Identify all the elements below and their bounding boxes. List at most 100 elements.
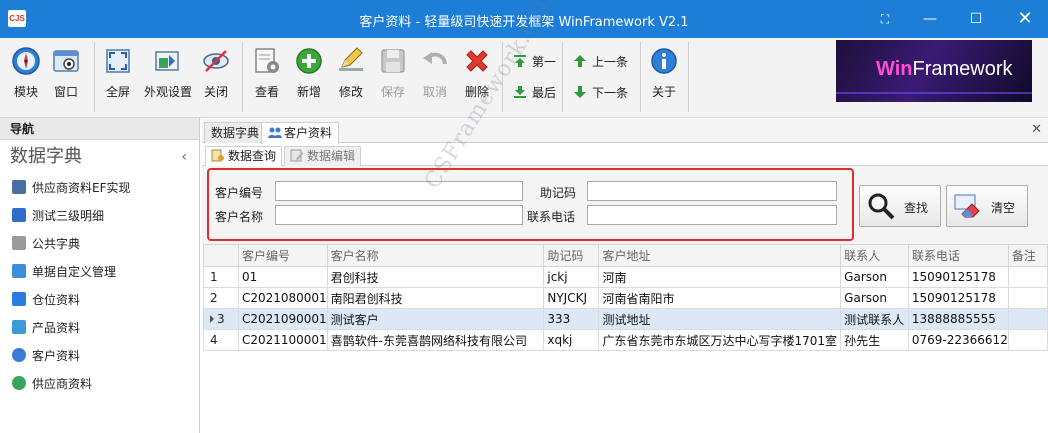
compass-icon (12, 47, 40, 75)
module-label: 模块 (13, 85, 38, 99)
nav-item-supplier-ef[interactable]: 供应商资料EF实现 (0, 174, 199, 202)
cell-name[interactable]: 南阳君创科技 (326, 287, 545, 309)
cell-phone[interactable]: 15090125178 (907, 266, 1009, 288)
fullscreen-button[interactable]: 全屏 (98, 42, 138, 112)
cell-phone[interactable]: 15090125178 (907, 287, 1009, 309)
view-button[interactable]: 查看 (247, 42, 287, 112)
mnemonic-label: 助记码 (540, 186, 577, 200)
cell-contact[interactable]: Garson (840, 287, 909, 309)
cell-mnemonic[interactable]: 333 (543, 308, 600, 330)
box-icon (12, 320, 26, 334)
search-button[interactable]: 查找 (859, 185, 941, 227)
col-header-note[interactable]: 备注 (1007, 244, 1048, 267)
phone-input[interactable] (587, 205, 837, 225)
tab-label: 客户资料 (284, 126, 333, 140)
cell-contact[interactable]: 孙先生 (840, 329, 909, 351)
cancel-button[interactable]: 取消 (415, 42, 455, 112)
table-row[interactable]: 1 01 君创科技 jckj 河南 Garson 15090125178 (203, 266, 1048, 288)
nav-item-customers[interactable]: 客户资料 (0, 342, 199, 370)
cell-address[interactable]: 测试地址 (598, 308, 842, 330)
col-header-address[interactable]: 客户地址 (598, 244, 842, 267)
cell-note[interactable] (1007, 329, 1048, 351)
module-button[interactable]: 模块 (6, 42, 46, 112)
next-record-button[interactable]: 下一条 (572, 82, 632, 104)
col-header-code[interactable]: 客户编号 (237, 244, 328, 267)
nav-item-products[interactable]: 产品资料 (0, 314, 199, 342)
cell-address[interactable]: 河南 (598, 266, 842, 288)
skin-icon (155, 51, 179, 71)
cell-code[interactable]: C2021080001 (237, 287, 328, 309)
arrow-up-icon (574, 55, 586, 67)
col-header-phone[interactable]: 联系电话 (907, 244, 1009, 267)
edit-button[interactable]: 修改 (331, 42, 371, 112)
clear-button[interactable]: 清空 (946, 185, 1028, 227)
tab-customers[interactable]: 客户资料 (261, 122, 340, 144)
clear-button-label: 清空 (990, 201, 1015, 215)
close-window-button[interactable]: ✕ (1002, 4, 1048, 34)
cell-code[interactable]: 01 (237, 266, 328, 288)
nav-item-warehouse[interactable]: 仓位资料 (0, 286, 199, 314)
nav-item-form-custom[interactable]: 单据自定义管理 (0, 258, 199, 286)
last-record-button[interactable]: 最后 (512, 82, 572, 104)
minimize-button[interactable]: — (907, 4, 953, 34)
maximize-button[interactable]: ☐ (953, 4, 999, 34)
cell-address[interactable]: 广东省东莞市东城区万达中心写字楼1701室 (598, 329, 842, 351)
sub-tabs: 数据查询 数据编辑 (202, 144, 1048, 167)
toolbar-separator (242, 42, 243, 112)
about-button[interactable]: 关于 (644, 42, 684, 112)
toolbar-separator (502, 42, 503, 112)
col-header-name[interactable]: 客户名称 (326, 244, 545, 267)
cell-name[interactable]: 君创科技 (326, 266, 545, 288)
cell-note[interactable] (1007, 266, 1048, 288)
cancel-label: 取消 (422, 85, 447, 99)
tab-data-dictionary[interactable]: 数据字典 (204, 122, 267, 143)
nav-item-common-dictionary[interactable]: 公共字典 (0, 230, 199, 258)
window-button[interactable]: 窗口 (46, 42, 86, 112)
cell-address[interactable]: 河南省南阳市 (598, 287, 842, 309)
arrow-down-icon (574, 86, 586, 98)
table-row[interactable]: 4 C2021100001 喜鹊软件-东莞喜鹊网络科技有限公司 xqkj 广东省… (203, 329, 1048, 351)
restore-icon[interactable]: ⛶ (862, 4, 908, 34)
skin-settings-button[interactable]: 外观设置 (144, 42, 192, 112)
close-button[interactable]: 关闭 (196, 42, 236, 112)
cell-note[interactable] (1007, 308, 1048, 330)
nav-item-label: 仓位资料 (32, 293, 81, 307)
customer-name-input[interactable] (275, 205, 523, 225)
table-row-selected[interactable]: 3 C2021090001 测试客户 333 测试地址 测试联系人 138888… (203, 308, 1048, 330)
col-header-contact[interactable]: 联系人 (840, 244, 909, 267)
row-number: 1 (203, 266, 239, 288)
cell-code[interactable]: C2021090001 (237, 308, 328, 330)
next-label: 下一条 (592, 86, 629, 100)
nav-group-title: 数据字典 (10, 146, 82, 167)
nav-item-three-level[interactable]: 测试三级明细 (0, 202, 199, 230)
cell-mnemonic[interactable]: xqkj (543, 329, 600, 351)
cell-name[interactable]: 喜鹊软件-东莞喜鹊网络科技有限公司 (326, 329, 545, 351)
customer-code-input[interactable] (275, 181, 523, 201)
cell-contact[interactable]: Garson (840, 266, 909, 288)
cell-note[interactable] (1007, 287, 1048, 309)
close-icon[interactable]: ✕ (1031, 122, 1042, 137)
add-button[interactable]: 新增 (289, 42, 329, 112)
row-indicator-icon (210, 315, 214, 323)
nav-item-suppliers[interactable]: 供应商资料 (0, 370, 199, 398)
chevron-left-icon[interactable]: ‹ (181, 140, 187, 174)
save-button[interactable]: 保存 (373, 42, 413, 112)
tab-data-query[interactable]: 数据查询 (205, 146, 283, 167)
mnemonic-input[interactable] (587, 181, 837, 201)
row-number: 2 (203, 287, 239, 309)
cell-contact[interactable]: 测试联系人 (840, 308, 909, 330)
cell-phone[interactable]: 0769-22366612 (907, 329, 1009, 351)
nav-group-data-dictionary[interactable]: 数据字典 ‹ (0, 140, 199, 174)
cell-code[interactable]: C2021100001 (237, 329, 328, 351)
cell-phone[interactable]: 13888885555 (907, 308, 1009, 330)
cell-name[interactable]: 测试客户 (326, 308, 545, 330)
floppy-icon (381, 49, 405, 73)
cell-mnemonic[interactable]: NYJCKJ (543, 287, 600, 309)
previous-record-button[interactable]: 上一条 (572, 51, 632, 73)
table-row[interactable]: 2 C2021080001 南阳君创科技 NYJCKJ 河南省南阳市 Garso… (203, 287, 1048, 309)
col-header-mnemonic[interactable]: 助记码 (543, 244, 600, 267)
cell-mnemonic[interactable]: jckj (543, 266, 600, 288)
first-record-button[interactable]: 第一 (512, 51, 572, 73)
delete-button[interactable]: 删除 (457, 42, 497, 112)
tab-data-edit[interactable]: 数据编辑 (284, 146, 362, 166)
